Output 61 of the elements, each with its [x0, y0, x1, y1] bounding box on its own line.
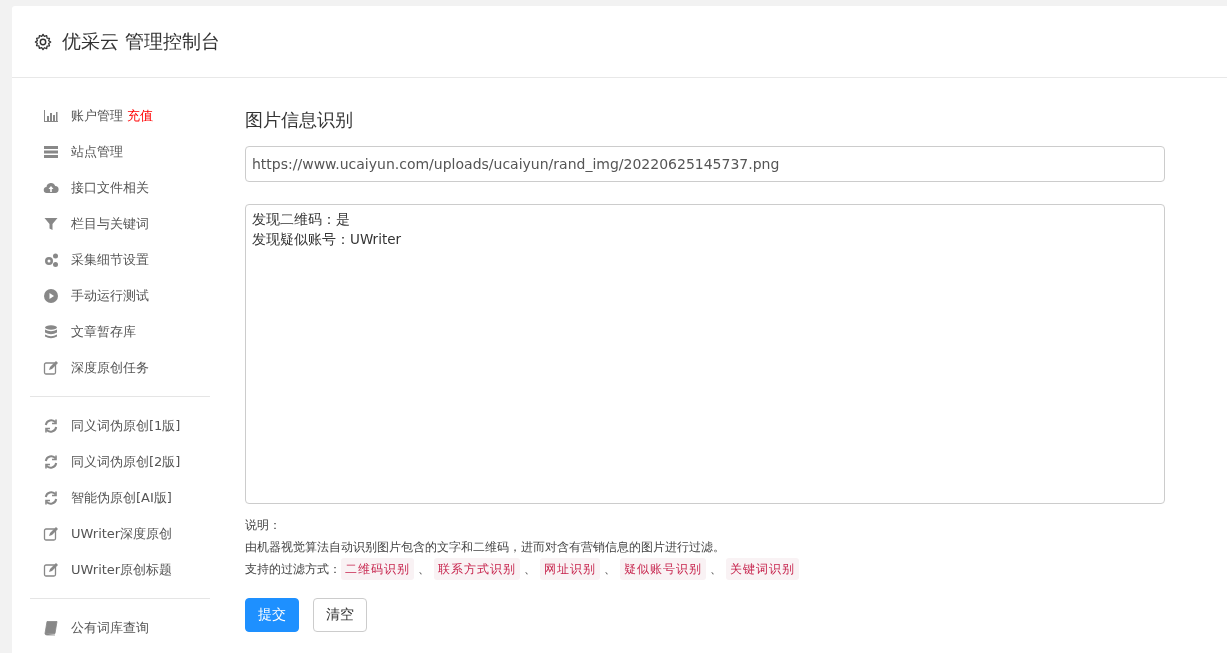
separator: 、: [418, 561, 430, 578]
filter-tag: 联系方式识别: [434, 558, 520, 580]
refresh-icon: [43, 454, 59, 470]
filter-tag: 关键词识别: [726, 558, 799, 580]
edit-icon: [43, 526, 59, 542]
database-icon: [43, 324, 59, 340]
filter-icon: [43, 216, 59, 232]
sidebar-item[interactable]: 站点管理: [30, 134, 210, 170]
menu-label: UWriter原创标题: [71, 561, 173, 579]
sidebar-item[interactable]: 文章暂存库: [30, 314, 210, 350]
refresh-icon: [43, 418, 59, 434]
sidebar-item[interactable]: 接口文件相关: [30, 170, 210, 206]
book-icon: [43, 620, 59, 636]
menu-label: 公有词库查询: [71, 619, 149, 637]
edit-icon: [43, 562, 59, 578]
note-label: 说明：: [245, 517, 282, 534]
refresh-icon: [43, 490, 59, 506]
gears-icon: [43, 252, 59, 268]
menu-label: 栏目与关键词: [71, 215, 149, 233]
filter-tag: 疑似账号识别: [620, 558, 706, 580]
sidebar-item[interactable]: UWriter原创标题: [30, 552, 210, 588]
recharge-link[interactable]: 充值: [127, 107, 153, 125]
menu-label: 手动运行测试: [71, 287, 149, 305]
url-field[interactable]: https://www.ucaiyun.com/uploads/ucaiyun/rand_img/20220625145737.png: [245, 146, 1165, 182]
menu-label: 站点管理: [71, 143, 123, 161]
edit-icon: [43, 360, 59, 376]
filter-tag: 网址识别: [540, 558, 600, 580]
gear-icon: [34, 32, 52, 51]
separator: 、: [524, 561, 536, 578]
filters-label: 支持的过滤方式：: [245, 561, 341, 578]
menu-label: 采集细节设置: [71, 251, 149, 269]
sidebar-item[interactable]: 账户管理 充值: [30, 98, 210, 134]
clear-button[interactable]: 清空: [313, 598, 367, 632]
sidebar-item[interactable]: 同义词伪原创[1版]: [30, 408, 210, 444]
separator: 、: [710, 561, 722, 578]
menu-label: 深度原创任务: [71, 359, 149, 377]
sidebar-item[interactable]: 智能伪原创[AI版]: [30, 480, 210, 516]
console-title: 优采云 管理控制台: [62, 28, 221, 54]
sidebar-item[interactable]: 栏目与关键词: [30, 206, 210, 242]
server-icon: [43, 144, 59, 160]
sidebar-item[interactable]: 公有词库查询: [30, 610, 210, 646]
sidebar-item[interactable]: 手动运行测试: [30, 278, 210, 314]
sidebar-item[interactable]: 同义词伪原创[2版]: [30, 444, 210, 480]
menu-label: 同义词伪原创[1版]: [71, 417, 181, 435]
play-icon: [43, 288, 59, 304]
menu-label: 智能伪原创[AI版]: [71, 489, 172, 507]
menu-label: 文章暂存库: [71, 323, 136, 341]
bar-chart-icon: [43, 108, 59, 124]
sidebar-item[interactable]: UWriter深度原创: [30, 516, 210, 552]
note-text: 由机器视觉算法自动识别图片包含的文字和二维码，进而对含有营销信息的图片进行过滤。: [245, 539, 726, 556]
menu-label: UWriter深度原创: [71, 525, 173, 543]
menu-label: 账户管理: [71, 107, 123, 125]
result-box[interactable]: 发现二维码：是 发现疑似账号：UWriter: [245, 204, 1165, 504]
menu-label: 接口文件相关: [71, 179, 149, 197]
sidebar-item[interactable]: 深度原创任务: [30, 350, 210, 386]
section-title: 图片信息识别: [245, 108, 354, 132]
menu-label: 同义词伪原创[2版]: [71, 453, 181, 471]
separator: 、: [604, 561, 616, 578]
sidebar-item[interactable]: 采集细节设置: [30, 242, 210, 278]
cloud-upload-icon: [43, 180, 59, 196]
filter-tag: 二维码识别: [341, 558, 414, 580]
